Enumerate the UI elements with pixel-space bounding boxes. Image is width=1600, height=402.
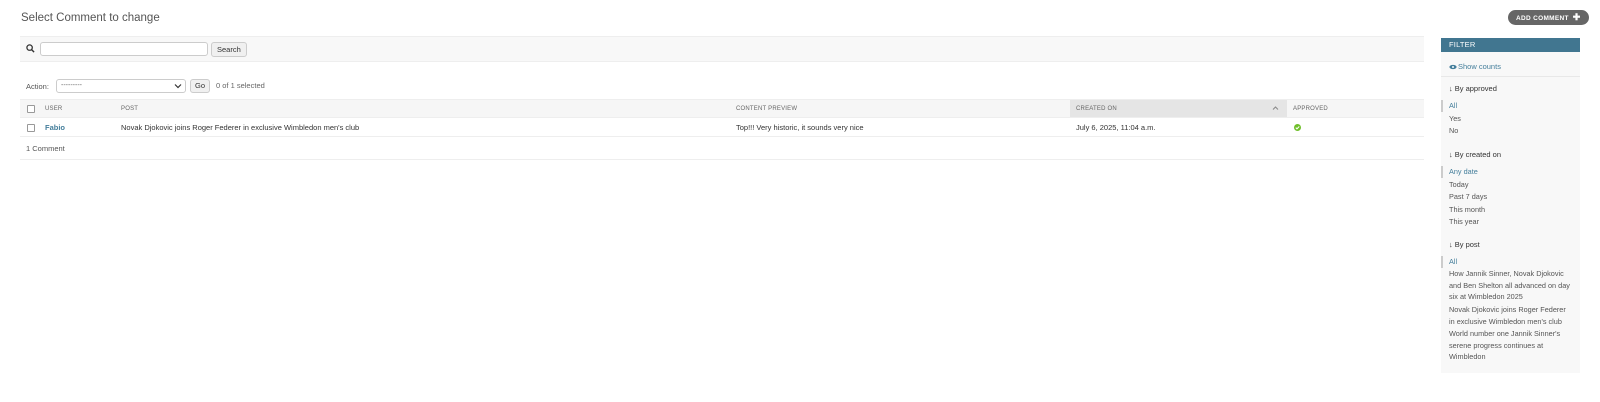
page-title: Select Comment to change <box>21 12 160 24</box>
show-counts-link[interactable]: Show counts <box>1449 62 1501 71</box>
filter-group-label: By approved <box>1454 84 1497 93</box>
row-created-on-cell: July 6, 2025, 11:04 a.m. <box>1070 117 1287 137</box>
column-post[interactable]: POST <box>115 99 730 118</box>
action-selected-option: --------- <box>61 82 82 89</box>
search-input[interactable] <box>40 42 208 56</box>
column-user[interactable]: USER <box>39 99 115 118</box>
row-approved-cell <box>1287 117 1424 137</box>
result-count: 1 Comment <box>26 144 65 153</box>
row-checkbox[interactable] <box>27 123 35 132</box>
search-icon <box>26 44 35 53</box>
eye-icon <box>1449 64 1457 70</box>
approved-yes-icon <box>1294 124 1301 132</box>
add-comment-label: ADD COMMENT <box>1516 15 1569 22</box>
filter-created-past-7-days[interactable]: Past 7 days <box>1449 191 1573 203</box>
filter-group-label: By post <box>1454 240 1480 249</box>
select-all-checkbox[interactable] <box>27 104 35 113</box>
results-table: USER POST CONTENT PREVIEW CREATED ON APP… <box>20 99 1424 137</box>
sort-ascending-icon[interactable] <box>1272 105 1279 111</box>
selected-count: 0 of 1 selected <box>216 81 265 90</box>
go-button[interactable]: Go <box>190 79 211 93</box>
chevron-down-icon <box>174 84 182 89</box>
search-toolbar: Search <box>20 36 1424 62</box>
row-select-cell <box>20 117 39 137</box>
paginator: 1 Comment <box>20 136 1424 160</box>
add-comment-button[interactable]: ADD COMMENT ✚ <box>1508 10 1589 25</box>
filter-header: FILTER <box>1441 38 1580 52</box>
column-content-preview[interactable]: CONTENT PREVIEW <box>730 99 1070 118</box>
filter-group-title-post: ↓ By post <box>1449 240 1480 249</box>
action-label: Action: <box>26 82 49 91</box>
search-button[interactable]: Search <box>211 42 247 57</box>
filter-group-label: By created on <box>1454 150 1502 159</box>
filter-created-any-date[interactable]: Any date <box>1441 166 1573 178</box>
filter-created-today[interactable]: Today <box>1449 179 1573 191</box>
filter-post-item[interactable]: Novak Djokovic joins Roger Federer in ex… <box>1449 304 1573 327</box>
show-counts-label: Show counts <box>1458 62 1501 71</box>
filter-sidebar: FILTER Show counts ↓ By approved All Yes … <box>1441 38 1580 373</box>
row-content-preview-cell: Top!!! Very historic, it sounds very nic… <box>730 117 1070 137</box>
column-created-on[interactable]: CREATED ON <box>1070 99 1287 118</box>
column-created-on-label: CREATED ON <box>1076 105 1117 112</box>
filter-post-item[interactable]: World number one Jannik Sinner's serene … <box>1449 328 1573 363</box>
arrow-down-icon: ↓ <box>1449 240 1453 249</box>
filter-approved-all[interactable]: All <box>1441 100 1573 112</box>
action-select[interactable]: --------- <box>56 79 186 93</box>
row-post-cell: Novak Djokovic joins Roger Federer in ex… <box>115 117 730 137</box>
select-all-header <box>20 99 39 118</box>
filter-created-this-month[interactable]: This month <box>1449 204 1573 216</box>
filter-group-title-approved: ↓ By approved <box>1449 84 1497 93</box>
row-user-cell: Fabio <box>39 117 115 137</box>
filter-post-item[interactable]: How Jannik Sinner, Novak Djokovic and Be… <box>1449 268 1573 303</box>
row-user-link[interactable]: Fabio <box>45 123 65 132</box>
table-header-row: USER POST CONTENT PREVIEW CREATED ON APP… <box>20 99 1424 118</box>
column-approved[interactable]: APPROVED <box>1287 99 1424 118</box>
arrow-down-icon: ↓ <box>1449 150 1453 159</box>
filter-created-this-year[interactable]: This year <box>1449 216 1573 228</box>
arrow-down-icon: ↓ <box>1449 84 1453 93</box>
filter-approved-yes[interactable]: Yes <box>1449 113 1573 125</box>
filter-approved-no[interactable]: No <box>1449 125 1573 137</box>
table-row: Fabio Novak Djokovic joins Roger Federer… <box>20 117 1424 137</box>
plus-icon: ✚ <box>1572 12 1581 22</box>
filter-divider <box>1441 76 1580 77</box>
filter-group-title-created-on: ↓ By created on <box>1449 150 1501 159</box>
filter-post-all[interactable]: All <box>1441 256 1573 268</box>
